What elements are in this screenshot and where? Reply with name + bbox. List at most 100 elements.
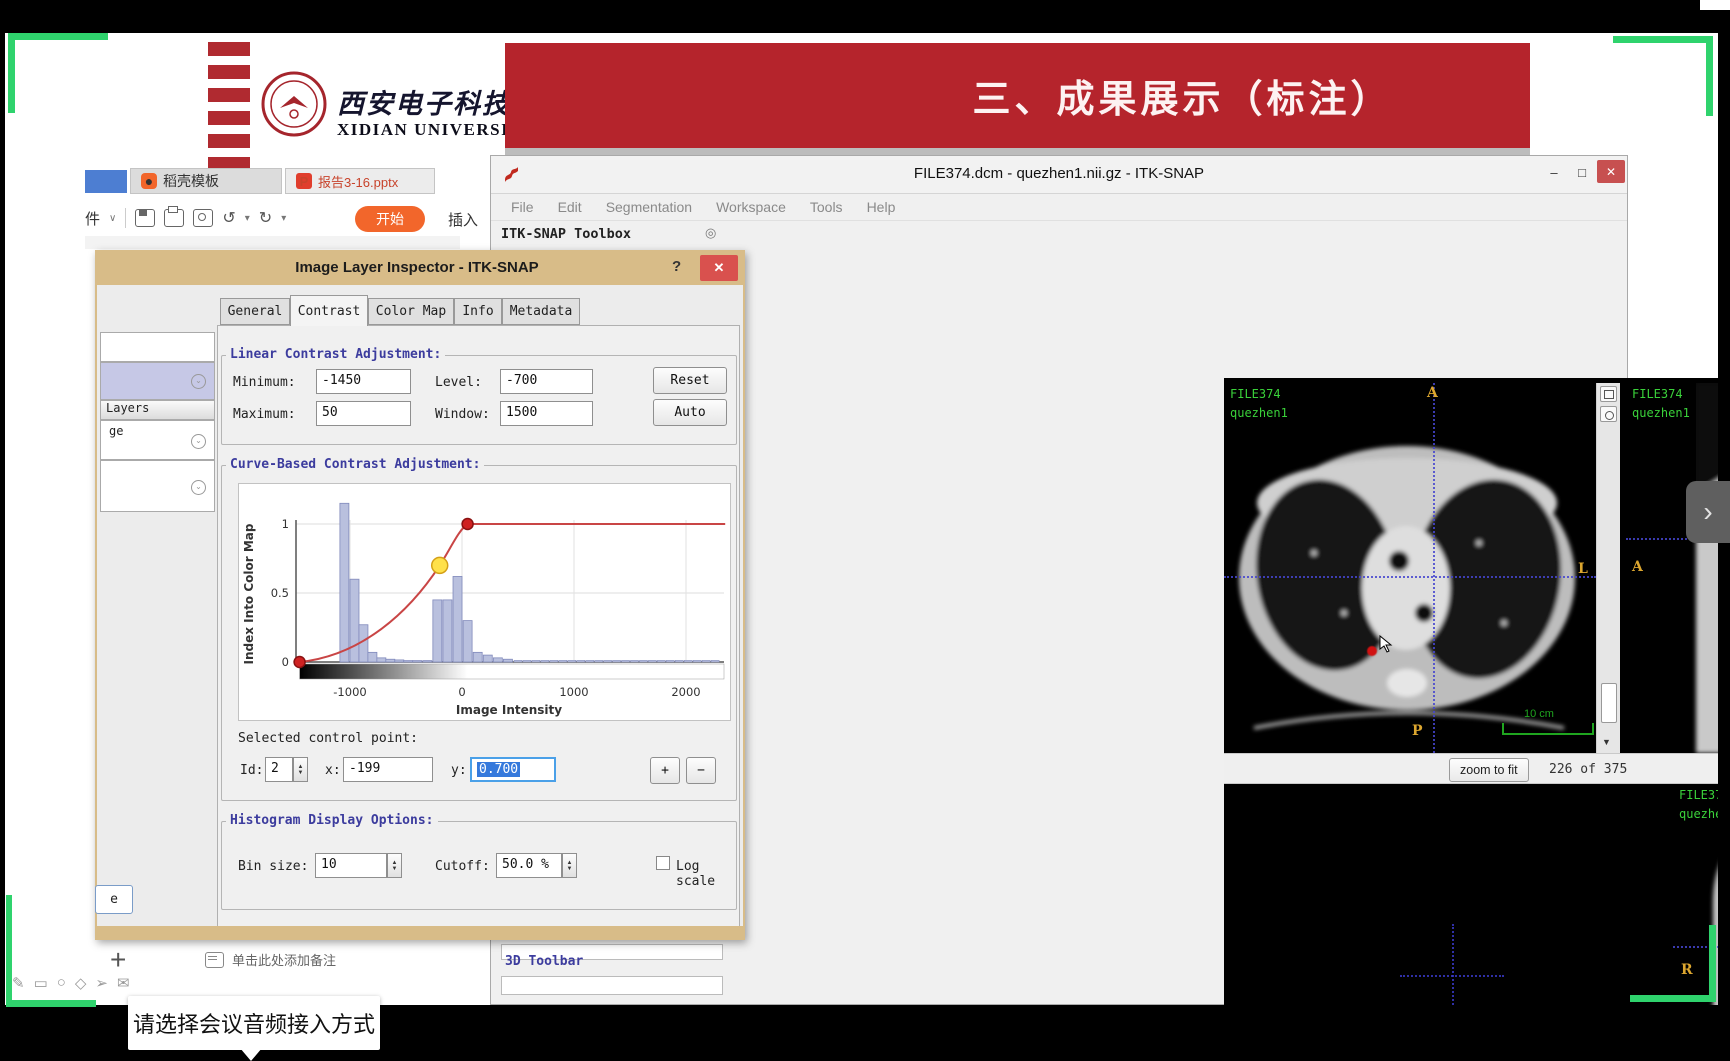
scroll-down-icon[interactable]: ▼ xyxy=(1602,737,1611,747)
wps-tab-document[interactable]: P 报告3-16.pptx xyxy=(285,168,435,194)
selected-point-heading: Selected control point: xyxy=(238,731,418,746)
y-label: y: xyxy=(451,763,467,778)
layer-options-icon[interactable]: ⌄ xyxy=(191,374,206,389)
tab-color-map[interactable]: Color Map xyxy=(368,298,454,325)
layer-row[interactable] xyxy=(100,332,215,362)
dialog-close-button[interactable]: ✕ xyxy=(700,255,738,281)
wps-insert-tab[interactable]: 插入 xyxy=(448,209,478,230)
zoom-to-fit-button[interactable]: zoom to fit xyxy=(1449,758,1529,782)
wps-notes-bar[interactable]: 单击此处添加备注 xyxy=(205,950,336,969)
chevron-right-icon: › xyxy=(1703,496,1712,528)
save-icon[interactable] xyxy=(135,209,155,227)
audio-select-tooltip[interactable]: 请选择会议音频接入方式 xyxy=(128,996,380,1050)
svg-text:0.5: 0.5 xyxy=(271,586,289,600)
shape-tool-icon[interactable]: ◇ xyxy=(75,974,87,992)
next-panel-tab[interactable]: › xyxy=(1686,481,1730,543)
window-title: FILE374.dcm - quezhen1.nii.gz - ITK-SNAP xyxy=(491,165,1627,182)
window-field[interactable]: 1500 xyxy=(500,401,593,426)
wps-file-menu[interactable]: 件 xyxy=(85,208,100,229)
layer-row[interactable]: ge ⌄ xyxy=(100,420,215,460)
level-field[interactable]: -700 xyxy=(500,369,593,394)
menu-segmentation[interactable]: Segmentation xyxy=(606,199,692,215)
wps-toolbar: 件 ∨ ↺ ▾ ↻ ▾ xyxy=(85,203,485,233)
print-preview-icon[interactable] xyxy=(193,209,213,227)
wps-tab-template[interactable]: ● 稻壳模板 xyxy=(130,168,282,194)
bin-size-spinner[interactable]: ▲▼ xyxy=(387,853,402,878)
axial-scrollbar[interactable]: ▼ xyxy=(1596,383,1620,753)
toolbar-more-icon[interactable]: ▾ xyxy=(281,213,286,224)
tab-metadata[interactable]: Metadata xyxy=(502,298,580,325)
rectangle-tool-icon[interactable]: ▭ xyxy=(34,974,48,992)
toolbox-3d-toolbar-heading: 3D Toolbar xyxy=(505,954,583,969)
y-field[interactable]: 0.700 xyxy=(470,757,556,782)
minimum-label: Minimum: xyxy=(233,375,296,390)
close-button[interactable]: ✕ xyxy=(1597,160,1625,183)
svg-text:-1000: -1000 xyxy=(333,685,366,699)
menu-edit[interactable]: Edit xyxy=(558,199,582,215)
maximum-field[interactable]: 50 xyxy=(316,401,411,426)
tab-general[interactable]: General xyxy=(220,298,290,325)
layer-options-icon[interactable]: ⌄ xyxy=(191,480,206,495)
contrast-histogram-chart[interactable]: 00.51-1000010002000Image IntensityIndex … xyxy=(238,483,731,721)
close-button-partial[interactable]: e xyxy=(95,885,133,914)
scrollbar-thumb[interactable] xyxy=(1601,683,1617,723)
slide-stripe xyxy=(208,134,250,148)
x-field[interactable]: -199 xyxy=(343,757,433,782)
letterbox-left xyxy=(0,33,5,1005)
wps-start-tab-button[interactable]: 开始 xyxy=(355,206,425,232)
dialog-titlebar[interactable]: Image Layer Inspector - ITK-SNAP ? ✕ xyxy=(97,252,743,285)
cutoff-spinner[interactable]: ▲▼ xyxy=(562,853,577,878)
bin-size-label: Bin size: xyxy=(238,859,308,874)
id-spinner[interactable]: ▲▼ xyxy=(293,757,308,782)
minimum-field[interactable]: -1450 xyxy=(316,369,411,394)
layer-row-selected[interactable]: ⌄ xyxy=(100,362,215,400)
menu-workspace[interactable]: Workspace xyxy=(716,199,786,215)
axial-view[interactable]: FILE374 quezhen1 A L P 10 cm xyxy=(1224,383,1596,753)
expand-view-icon[interactable] xyxy=(1600,386,1617,402)
share-corner-mark xyxy=(1613,36,1713,43)
bin-size-field[interactable]: 10 xyxy=(315,853,387,878)
menu-tools[interactable]: Tools xyxy=(810,199,843,215)
remove-point-button[interactable]: − xyxy=(686,757,716,784)
share-corner-mark xyxy=(8,33,15,113)
cutoff-field[interactable]: 50.0 % xyxy=(496,853,562,878)
menu-file[interactable]: File xyxy=(511,199,534,215)
maximize-button[interactable]: □ xyxy=(1571,162,1593,182)
layer-row[interactable]: ⌄ xyxy=(100,460,215,512)
id-field[interactable]: 2 xyxy=(265,757,293,782)
pointer-tool-icon[interactable]: ➢ xyxy=(95,974,108,992)
redo-icon[interactable]: ↻ xyxy=(259,208,272,228)
itk-menubar: File Edit Segmentation Workspace Tools H… xyxy=(491,193,1627,221)
log-scale-checkbox[interactable] xyxy=(656,856,670,870)
mouse-cursor xyxy=(1379,635,1393,653)
toolbox-field-partial[interactable] xyxy=(501,976,723,995)
tooltip-pointer xyxy=(240,1048,262,1061)
wps-new-slide-button[interactable]: + xyxy=(110,944,126,976)
menu-help[interactable]: Help xyxy=(867,199,896,215)
orientation-anterior: A xyxy=(1427,385,1438,401)
view-file-label: FILE374 xyxy=(1230,387,1281,401)
auto-button[interactable]: Auto xyxy=(653,399,727,426)
help-button[interactable]: ? xyxy=(672,258,681,275)
dialog-bottom-border xyxy=(97,926,743,938)
minimize-button[interactable]: – xyxy=(1543,162,1565,182)
orientation-anterior: A xyxy=(1632,559,1643,575)
print-icon[interactable] xyxy=(164,209,184,227)
pen-tool-icon[interactable]: ✎ xyxy=(12,974,25,992)
toolbox-options-icon[interactable]: ◎ xyxy=(705,225,716,241)
svg-text:1000: 1000 xyxy=(559,685,588,699)
undo-icon[interactable]: ↺ xyxy=(222,208,235,228)
tab-info[interactable]: Info xyxy=(454,298,502,325)
add-point-button[interactable]: + xyxy=(650,757,680,784)
sagittal-view[interactable]: FILE374 quezhen1 S A P I 10 cm xyxy=(1626,383,1730,753)
layer-options-icon[interactable]: ⌄ xyxy=(191,434,206,449)
undo-dropdown-icon[interactable]: ▾ xyxy=(245,213,250,224)
screen: 西安电子科技大学 XIDIAN UNIVERSITY 三、成果展示（标注） ● … xyxy=(0,0,1730,1061)
wps-tab-partial[interactable] xyxy=(85,170,127,193)
tab-contrast[interactable]: Contrast xyxy=(290,295,368,326)
reset-button[interactable]: Reset xyxy=(653,367,727,394)
itk-titlebar[interactable]: FILE374.dcm - quezhen1.nii.gz - ITK-SNAP… xyxy=(491,156,1627,194)
circle-tool-icon[interactable]: ○ xyxy=(57,974,66,992)
camera-icon[interactable] xyxy=(1600,406,1617,422)
comment-tool-icon[interactable]: ✉ xyxy=(117,974,130,992)
